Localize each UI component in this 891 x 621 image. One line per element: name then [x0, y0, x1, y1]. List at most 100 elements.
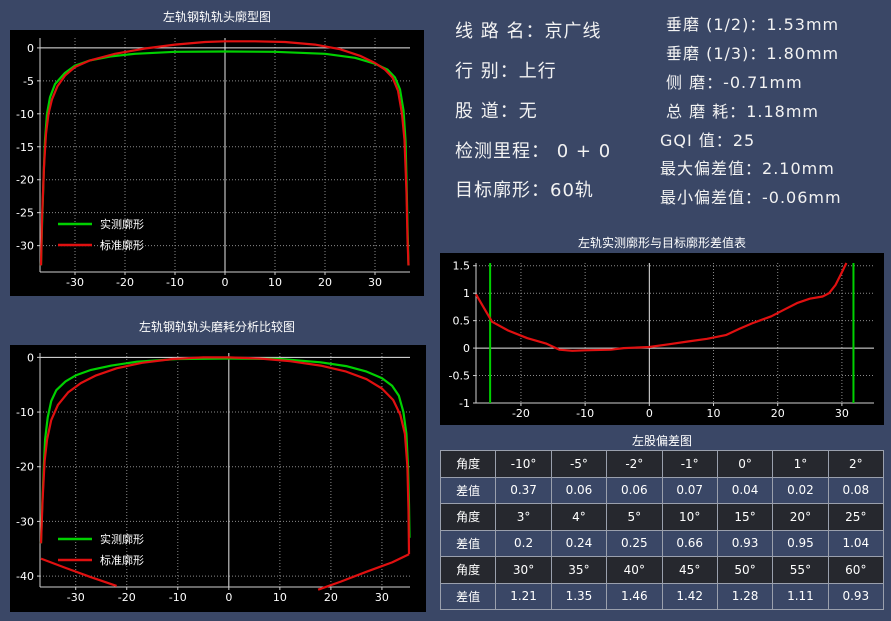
y-tick-label: -10	[16, 108, 34, 121]
legend-label-standard: 标准廓形	[100, 238, 144, 252]
series-line-1	[39, 356, 411, 555]
table-row: 角度 30° 35° 40° 45° 50° 55° 60°	[439, 556, 885, 584]
table-cell: 60°	[827, 556, 885, 584]
table-cell: 0.08	[827, 476, 885, 504]
y-tick-label: -15	[16, 141, 34, 154]
vertical-wear-third-row: 垂磨 (1/3)：1.80mm	[666, 40, 839, 64]
max-deviation-row: 最大偏差值：2.10mm	[660, 155, 835, 179]
table-cell: 5°	[606, 503, 663, 531]
table-cell: 1.04	[827, 529, 885, 557]
max-deviation-label: 最大偏差值：	[660, 159, 763, 178]
table-cell: 20°	[772, 503, 829, 531]
wear-chart: -30 -20 -10 0 10 20 30 0 -10 -20 -30 -40 实测廓形 标准廓形	[10, 345, 426, 612]
x-tick-label: 0	[222, 276, 229, 289]
row-header-cell: 角度	[439, 450, 497, 478]
y-tick-label: 0	[27, 42, 34, 55]
track-row: 股 道：无	[455, 97, 538, 123]
vertical-wear-third-value: 1.80mm	[766, 44, 840, 63]
deviation-table-title: 左股偏差图	[631, 434, 692, 448]
table-cell: 1.11	[772, 582, 829, 610]
gqi-row: GQI 值：25	[660, 127, 755, 151]
deviation-table-body: 角度 -10° -5° -2° -1° 0° 1° 2° 差值 0.37 0.06 0.06 0.07 0…	[439, 450, 885, 610]
line-name-row: 线 路 名：京广线	[455, 17, 601, 43]
y-tick-label: 1.5	[453, 260, 471, 273]
table-cell: 1.28	[716, 582, 774, 610]
y-tick-label: -10	[16, 406, 34, 419]
min-deviation-label: 最小偏差值：	[660, 188, 763, 207]
series-line-0	[39, 357, 411, 544]
table-cell: 1.35	[550, 582, 608, 610]
mileage-value: 0 + 0	[550, 141, 612, 162]
table-cell: 1.42	[661, 582, 718, 610]
table-cell: 0.37	[495, 476, 552, 504]
mileage-label: 检测里程：	[455, 141, 550, 162]
x-tick-label: -10	[166, 276, 184, 289]
table-cell: -5°	[550, 450, 608, 478]
gqi-value: 25	[732, 131, 756, 150]
x-tick-label: -20	[116, 276, 134, 289]
line-name-value: 京广线	[544, 21, 602, 42]
table-cell: 1°	[772, 450, 829, 478]
legend-label-standard: 标准廓形	[100, 553, 144, 567]
track-label: 股 道：	[455, 101, 519, 122]
table-cell: -1°	[661, 450, 718, 478]
x-tick-label: -20	[118, 591, 136, 604]
table-cell: 50°	[716, 556, 774, 584]
direction-value: 上行	[518, 61, 557, 82]
target-profile-value: 60轨	[550, 180, 594, 201]
y-tick-label: -30	[16, 515, 34, 528]
x-tick-label: 20	[771, 407, 785, 420]
table-row: 差值 0.2 0.24 0.25 0.66 0.93 0.95 1.04	[439, 529, 885, 557]
min-deviation-row: 最小偏差值：-0.06mm	[660, 184, 842, 208]
y-tick-label: -20	[16, 461, 34, 474]
table-cell: -2°	[606, 450, 663, 478]
row-header-cell: 差值	[439, 582, 497, 610]
profile-chart-svg: -30 -20 -10 0 10 20 30 0 -5 -10 -15 -20 -25 -30 实测廓形标准…	[16, 38, 410, 289]
table-cell: 40°	[606, 556, 663, 584]
target-profile-label: 目标廓形：	[455, 180, 550, 201]
x-tick-label: 10	[707, 407, 721, 420]
table-cell: 2°	[827, 450, 885, 478]
table-cell: 0.25	[606, 529, 663, 557]
wear-chart-title: 左轨钢轨轨头磨耗分析比较图	[138, 320, 295, 334]
row-header-cell: 角度	[439, 503, 497, 531]
wear-chart-svg: -30 -20 -10 0 10 20 30 0 -10 -20 -30 -40 实测廓形标准廓形	[16, 351, 411, 604]
table-cell: 45°	[661, 556, 718, 584]
x-tick-label: 20	[324, 591, 338, 604]
table-cell: 0.93	[716, 529, 774, 557]
table-row: 差值 0.37 0.06 0.06 0.07 0.04 0.02 0.08	[439, 476, 885, 504]
table-cell: 1.21	[495, 582, 552, 610]
y-tick-label: 0	[463, 342, 470, 355]
table-cell: 0.2	[495, 529, 552, 557]
profile-chart-title: 左轨钢轨轨头廓型图	[162, 10, 271, 24]
min-deviation-value: -0.06mm	[762, 188, 842, 207]
deviation-table: 角度 -10° -5° -2° -1° 0° 1° 2° 差值 0.37 0.06 0.06 0.07 0…	[439, 450, 885, 610]
y-tick-label: -0.5	[449, 370, 470, 383]
total-wear-row: 总 磨 耗：1.18mm	[666, 98, 819, 122]
table-cell: 4°	[550, 503, 608, 531]
total-wear-value: 1.18mm	[746, 102, 819, 121]
y-tick-label: 0.5	[453, 315, 471, 328]
diff-chart: -20 -10 0 10 20 30 1.5 1 0.5 0 -0.5 -1	[440, 253, 884, 425]
y-tick-label: 1	[463, 287, 470, 300]
table-row: 差值 1.21 1.35 1.46 1.42 1.28 1.11 0.93	[439, 582, 885, 610]
mileage-row: 检测里程： 0 + 0	[455, 137, 611, 163]
gqi-label: GQI 值：	[660, 131, 733, 150]
table-cell: 0.07	[661, 476, 718, 504]
table-cell: 30°	[495, 556, 552, 584]
x-tick-label: -30	[66, 276, 84, 289]
x-tick-label: 30	[368, 276, 382, 289]
profile-chart: -30 -20 -10 0 10 20 30 0 -5 -10 -15 -20 -25 -30 实测廓形 标准…	[10, 30, 424, 296]
table-cell: 0.04	[716, 476, 774, 504]
x-tick-label: 10	[268, 276, 282, 289]
y-tick-label: -40	[16, 570, 34, 583]
table-cell: 0°	[716, 450, 774, 478]
table-cell: 0.93	[827, 582, 885, 610]
line-name-label: 线 路 名：	[455, 21, 545, 42]
x-tick-label: 30	[375, 591, 389, 604]
y-tick-label: -20	[16, 174, 34, 187]
series-line-3	[317, 553, 410, 591]
legend-label-measured: 实测廓形	[100, 217, 144, 231]
vertical-wear-half-value: 1.53mm	[766, 15, 840, 34]
table-cell: 35°	[550, 556, 608, 584]
